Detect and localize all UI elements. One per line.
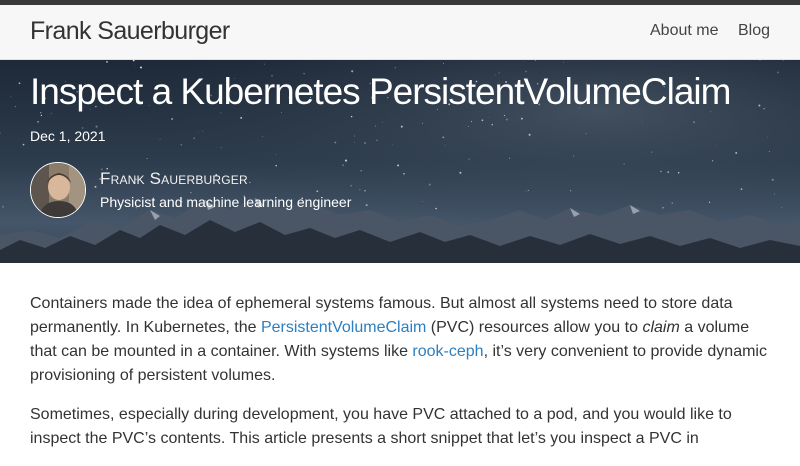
author-name[interactable]: Frank Sauerburger — [100, 169, 248, 189]
nav-about-me[interactable]: About me — [650, 22, 718, 40]
author-avatar — [30, 162, 86, 218]
persistentvolumeclaim-link[interactable]: PersistentVolumeClaim — [261, 319, 426, 336]
navbar: Frank Sauerburger About me Blog — [0, 5, 800, 60]
article-title: Inspect a Kubernetes PersistentVolumeCla… — [30, 71, 731, 112]
rook-ceph-link[interactable]: rook-ceph — [412, 343, 483, 360]
hero-header: Inspect a Kubernetes PersistentVolumeCla… — [0, 60, 800, 263]
author-role: Physicist and machine learning engineer — [100, 194, 352, 210]
emphasis-claim: claim — [642, 319, 680, 336]
paragraph-1-text: (PVC) resources allow you to — [426, 319, 643, 336]
brand-link[interactable]: Frank Sauerburger — [30, 17, 230, 46]
nav-blog[interactable]: Blog — [738, 22, 770, 40]
article-body: Containers made the idea of ephemeral sy… — [30, 292, 775, 466]
paragraph-2: Sometimes, especially during development… — [30, 406, 732, 447]
article-date: Dec 1, 2021 — [30, 128, 106, 144]
paragraph-1: Containers made the idea of ephemeral sy… — [30, 292, 775, 388]
author-photo-image — [31, 163, 85, 217]
